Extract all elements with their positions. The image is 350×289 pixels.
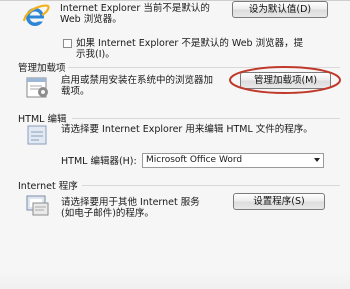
addons-description-cont: 载项。 xyxy=(61,86,90,97)
html-editing-group-title: HTML 编辑 xyxy=(18,114,67,125)
default-browser-status-text: Internet Explorer 当前不是默认的 xyxy=(60,3,210,14)
addons-group-title: 管理加载项 xyxy=(18,63,66,74)
html-editing-group-divider xyxy=(72,118,340,119)
html-editor-label: HTML 编辑器(H): xyxy=(61,156,137,167)
html-editor-dropdown[interactable]: Microsoft Office Word xyxy=(142,153,324,168)
internet-programs-group-divider xyxy=(82,185,340,186)
internet-programs-icon xyxy=(24,193,52,219)
internet-programs-description-cont: (如电子邮件)的程序。 xyxy=(61,208,154,219)
addons-description: 启用或禁用安装在系统中的浏览器加 xyxy=(61,75,214,86)
internet-programs-description: 请选择要用于其他 Internet 服务 xyxy=(61,197,200,208)
notify-default-browser-checkbox[interactable] xyxy=(63,39,72,48)
html-editor-selected-value: Microsoft Office Word xyxy=(146,155,243,165)
default-browser-status-text-cont: Web 浏览器。 xyxy=(60,14,122,25)
bottom-fade xyxy=(0,271,350,289)
set-default-button[interactable]: 设为默认值(D) xyxy=(232,1,328,18)
highlight-circle xyxy=(228,65,343,95)
notify-default-browser-label[interactable]: 如果 Internet Explorer 不是默认的 Web 浏览器，提 xyxy=(76,38,303,49)
internet-programs-group-title: Internet 程序 xyxy=(18,181,78,192)
notify-default-browser-label-cont[interactable]: 示我(I)。 xyxy=(76,49,115,60)
set-programs-button[interactable]: 设置程序(S) xyxy=(233,193,325,210)
internet-explorer-icon xyxy=(22,3,50,29)
html-editing-icon xyxy=(26,124,48,146)
html-editing-description: 请选择要 Internet Explorer 用来编辑 HTML 文件的程序。 xyxy=(61,124,313,135)
chevron-down-icon[interactable] xyxy=(314,158,320,162)
addons-gear-icon xyxy=(24,74,52,100)
